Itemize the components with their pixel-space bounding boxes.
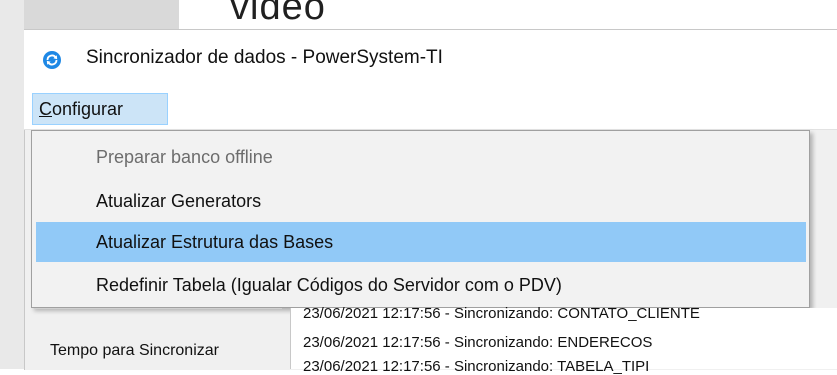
log-line: 23/06/2021 12:17:56 - Sincronizando: TAB… bbox=[303, 358, 650, 375]
background-strip bbox=[0, 0, 24, 369]
menu-item-atualizar-generators[interactable]: Atualizar Generators bbox=[36, 181, 806, 221]
log-line: 23/06/2021 12:17:56 - Sincronizando: CON… bbox=[303, 305, 700, 322]
menu-item-label: Atualizar Estrutura das Bases bbox=[96, 232, 334, 252]
menu-item-label: Atualizar Generators bbox=[96, 191, 262, 211]
sync-time-group bbox=[34, 308, 282, 370]
sync-log[interactable]: 23/06/2021 12:17:56 - Sincronizando: CON… bbox=[290, 305, 837, 375]
window-title: Sincronizador de dados - PowerSystem-TI bbox=[86, 47, 443, 68]
menu-item-label: Redefinir Tabela (Igualar Códigos do Ser… bbox=[96, 275, 562, 295]
menu-configurar-mnemonic: C bbox=[39, 99, 52, 119]
background-heading: video bbox=[230, 0, 326, 28]
menu-item-label: Preparar banco offline bbox=[96, 147, 273, 167]
sync-icon bbox=[43, 51, 61, 69]
menu-item-preparar-banco-offline: Preparar banco offline bbox=[36, 137, 806, 177]
sync-time-group-label: Tempo para Sincronizar bbox=[50, 342, 219, 360]
menu-item-atualizar-estrutura-bases[interactable]: Atualizar Estrutura das Bases bbox=[36, 222, 806, 262]
menu-configurar-label[interactable]: Configurar bbox=[39, 99, 123, 120]
background-panel bbox=[24, 0, 179, 30]
menu-configurar-rest: onfigurar bbox=[52, 99, 124, 119]
log-line: 23/06/2021 12:17:56 - Sincronizando: END… bbox=[303, 334, 653, 351]
menu-item-redefinir-tabela[interactable]: Redefinir Tabela (Igualar Códigos do Ser… bbox=[36, 265, 806, 305]
